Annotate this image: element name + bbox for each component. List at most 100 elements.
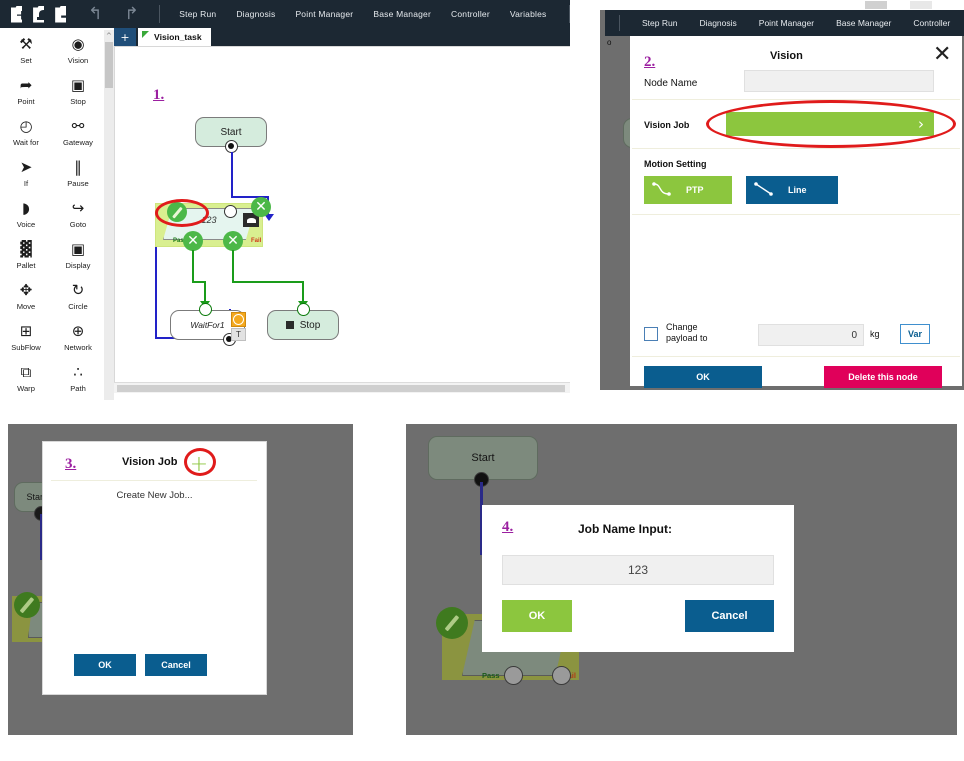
palette-item-point[interactable]: ➦ Point — [0, 75, 52, 116]
menu-item-point-manager-2[interactable]: Point Manager — [759, 18, 814, 28]
palette-item-voice[interactable]: ◗ Voice — [0, 198, 52, 239]
delete-node-button[interactable]: Delete this node — [824, 366, 942, 388]
ptp-button[interactable]: PTP — [644, 176, 732, 204]
palette-item-gateway[interactable]: ⚯ Gateway — [52, 116, 104, 157]
open-file-icon[interactable] — [33, 5, 45, 23]
display-monitor-icon: ▣ — [70, 239, 86, 258]
job-name-input-value: 123 — [627, 563, 649, 577]
t-badge-icon[interactable]: T — [231, 328, 246, 341]
palette-item-wait-for[interactable]: ◴ Wait for — [0, 116, 52, 157]
window-minimize-button[interactable] — [865, 1, 887, 9]
job-name-dialog-title: Job Name Input: — [578, 522, 673, 536]
payload-input[interactable]: 0 — [758, 324, 864, 346]
menu-item-point-manager[interactable]: Point Manager — [295, 9, 353, 19]
palette-item-network[interactable]: ⊕ Network — [52, 321, 104, 362]
menu-item-variables[interactable]: Variables — [510, 9, 547, 19]
waitfor-in-port[interactable] — [199, 303, 212, 316]
menu-item-diagnosis[interactable]: Diagnosis — [236, 9, 275, 19]
toolbar-divider-2 — [619, 15, 620, 31]
canvas-hscroll-thumb[interactable] — [117, 385, 565, 392]
palette-item-label: Move — [16, 302, 36, 311]
palette-scrollbar[interactable]: ^ — [104, 30, 114, 400]
menu-item-diagnosis-2[interactable]: Diagnosis — [699, 18, 736, 28]
overlay-wire-3 — [40, 514, 42, 560]
undo-icon[interactable]: ↰ — [88, 4, 102, 24]
vision-job-cancel-button[interactable]: Cancel — [145, 654, 207, 676]
job-name-input[interactable]: 123 — [502, 555, 774, 585]
vision-fail-x-button[interactable]: ✕ — [223, 231, 243, 251]
menu-item-step-run[interactable]: Step Run — [179, 9, 216, 19]
palette-item-label: Wait for — [13, 138, 39, 147]
window-maximize-button[interactable] — [910, 1, 932, 9]
job-name-ok-button[interactable]: OK — [502, 600, 572, 632]
palette-item-move[interactable]: ✥ Move — [0, 280, 52, 321]
palette-item-display[interactable]: ▣ Display — [52, 239, 104, 280]
flow-node-stop-label: Stop — [299, 319, 321, 331]
menu-item-controller[interactable]: Controller — [451, 9, 490, 19]
list-item-create-new-job[interactable]: Create New Job... — [43, 490, 266, 501]
palette-item-label: Warp — [17, 384, 35, 393]
vision-pass-x-button[interactable]: ✕ — [183, 231, 203, 251]
menu-item-step-run-2[interactable]: Step Run — [642, 18, 677, 28]
save-file-icon[interactable] — [55, 5, 67, 23]
palette-item-vision[interactable]: ◉ Vision — [52, 34, 104, 75]
move-cross-icon: ✥ — [19, 280, 33, 299]
palette-item-label: SubFlow — [11, 343, 41, 352]
vision-job-dialog: 3. Vision Job + Create New Job... OK Can… — [43, 442, 266, 694]
vision-job-dialog-separator — [51, 480, 257, 481]
palette-item-pause[interactable]: ‖ Pause — [52, 157, 104, 198]
change-payload-line2: payload to — [666, 333, 708, 343]
palette-item-set[interactable]: ⚒ Set — [0, 34, 52, 75]
app-toolbar: ↰ ↱ Step Run Diagnosis Point Manager Bas… — [0, 0, 570, 28]
vision-job-dialog-title: Vision Job — [122, 456, 178, 468]
vision-job-ok-button[interactable]: OK — [74, 654, 136, 676]
palette-item-stop[interactable]: ▣ Stop — [52, 75, 104, 116]
vision-fail-label: Fail — [251, 238, 262, 244]
canvas-horizontal-scrollbar[interactable] — [114, 382, 570, 393]
annotation-marker-4: 4. — [502, 519, 514, 535]
palette-item-label: Set — [20, 56, 32, 65]
payload-var-button[interactable]: Var — [900, 324, 930, 344]
close-icon[interactable]: ✕ — [933, 44, 951, 66]
palette-item-pallet[interactable]: ▓ Pallet — [0, 239, 52, 280]
palette-scroll-up-caret[interactable]: ^ — [106, 32, 112, 40]
menu-item-base-manager-2[interactable]: Base Manager — [836, 18, 891, 28]
stop-in-port[interactable] — [297, 303, 310, 316]
menu-item-controller-2[interactable]: Controller — [913, 18, 950, 28]
vision-in-port[interactable] — [224, 205, 237, 218]
annotation-marker-3: 3. — [65, 456, 77, 472]
palette-scroll-thumb[interactable] — [105, 42, 113, 88]
circle-arc-icon: ↻ — [71, 280, 85, 299]
dialog-separator-2 — [632, 148, 960, 149]
node-name-input[interactable] — [744, 70, 934, 92]
job-name-dialog: 4. Job Name Input: 123 OK Cancel — [482, 505, 794, 652]
vision-job-label: Vision Job — [644, 120, 690, 130]
add-tab-button[interactable]: + — [114, 28, 136, 46]
overlay-pencil-icon-4 — [436, 607, 468, 639]
overlay-fail-port-4 — [552, 666, 571, 685]
line-button[interactable]: Line — [746, 176, 838, 204]
vision-dialog-ok-button[interactable]: OK — [644, 366, 762, 388]
flow-canvas[interactable]: 1. Start 123 Pass Fail ✕ ✕ ✕ WaitFor1 T … — [114, 46, 570, 382]
palette-item-path[interactable]: ∴ Path — [52, 362, 104, 400]
new-file-icon[interactable] — [11, 5, 23, 23]
palette-item-label: Gateway — [63, 138, 93, 147]
branch-if-icon: ➤ — [19, 157, 33, 176]
tab-vision-task[interactable]: Vision_task — [138, 28, 211, 46]
redo-icon[interactable]: ↱ — [124, 4, 138, 24]
wrench-screwdriver-icon: ⚒ — [19, 34, 33, 53]
palette-item-circle[interactable]: ↻ Circle — [52, 280, 104, 321]
job-name-cancel-button[interactable]: Cancel — [685, 600, 774, 632]
menu-item-base-manager[interactable]: Base Manager — [373, 9, 431, 19]
palette-item-subflow[interactable]: ⊞ SubFlow — [0, 321, 52, 362]
eye-icon: ◉ — [71, 34, 85, 53]
window-titlebar — [600, 0, 964, 10]
change-payload-checkbox[interactable] — [644, 327, 658, 341]
vision-delete-top-button[interactable]: ✕ — [251, 197, 271, 217]
palette-item-label: Stop — [70, 97, 86, 106]
clock-icon[interactable] — [231, 312, 246, 327]
motion-setting-label: Motion Setting — [644, 159, 707, 169]
palette-item-warp[interactable]: ⧉ Warp — [0, 362, 52, 400]
palette-item-goto[interactable]: ↪ Goto — [52, 198, 104, 239]
palette-item-if[interactable]: ➤ If — [0, 157, 52, 198]
